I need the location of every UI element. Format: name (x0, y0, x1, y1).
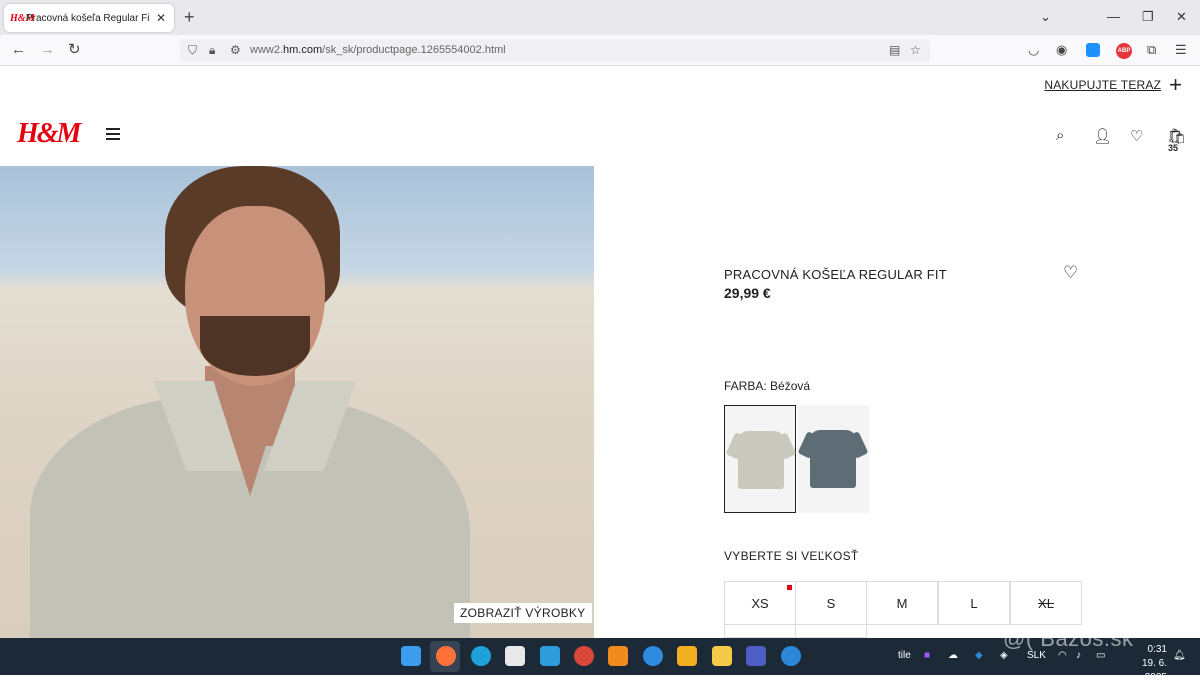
tray-text[interactable]: tile (898, 650, 911, 661)
pocket-icon[interactable]: ◡ (1028, 42, 1039, 58)
product-hero-image[interactable] (0, 166, 594, 638)
tab-list-chevron-icon[interactable]: ⌄ (1040, 9, 1051, 25)
size-option-row2[interactable] (795, 624, 867, 638)
app-icon[interactable] (574, 646, 594, 666)
size-label-l: L (970, 596, 978, 611)
shop-now-label: NAKUPUJTE TERAZ (1044, 78, 1162, 92)
clock-date: 19. 6. 2025 (1141, 658, 1167, 683)
search-icon[interactable]: ⌕ (1056, 127, 1064, 144)
browser-tab-bar: H&M Pracovná košeľa Regular Fit - B… ✕ +… (0, 0, 1200, 35)
account-icon[interactable]: ◉ (1056, 42, 1067, 58)
size-label-xs: XS (751, 596, 769, 611)
extensions-puzzle-icon[interactable]: ⧉ (1147, 42, 1156, 58)
url-text[interactable]: www2.hm.com/sk_sk/productpage.1265554002… (250, 44, 506, 56)
start-menu-icon[interactable] (401, 646, 421, 666)
add-to-favorites-heart-icon[interactable]: ♡ (1063, 263, 1078, 283)
lock-icon[interactable]: 🔒︎ (209, 43, 215, 58)
model-beard-shape (200, 316, 310, 376)
vlc-icon[interactable] (608, 646, 628, 666)
size-label-xl: XL (1038, 596, 1054, 611)
low-stock-indicator (787, 585, 792, 590)
user-account-icon[interactable]: 👤︎ (1093, 127, 1112, 145)
shop-now-link[interactable]: NAKUPUJTE TERAZ + (1044, 72, 1182, 97)
adblock-plus-icon[interactable]: ABP (1116, 43, 1132, 59)
tray-app-icon[interactable]: ◆ (975, 650, 983, 661)
reader-view-icon[interactable]: ▤ (889, 43, 900, 57)
back-button[interactable]: ← (11, 41, 26, 59)
firefox-icon[interactable] (436, 646, 456, 666)
permissions-icon[interactable]: ⚙ (230, 43, 241, 57)
bazos-watermark: @( Bazos.sk (1003, 626, 1134, 651)
size-label-s: S (826, 596, 836, 611)
bookmark-star-icon[interactable]: ☆ (910, 43, 921, 57)
size-option-s[interactable]: S (795, 581, 867, 625)
favorites-heart-icon[interactable]: ♡ (1130, 127, 1143, 145)
close-window-button[interactable]: ✕ (1176, 9, 1187, 25)
onenote-tray-icon[interactable]: ■ (924, 650, 930, 661)
color-label: FARBA: Béžová (724, 379, 811, 393)
size-label-m: M (896, 596, 908, 611)
forward-button[interactable]: → (40, 41, 55, 59)
size-option-row2[interactable] (724, 624, 796, 638)
minimize-button[interactable]: — (1107, 9, 1120, 24)
product-price: 29,99 € (724, 285, 771, 301)
product-title: PRACOVNÁ KOŠEĽA REGULAR FIT (724, 267, 947, 282)
swatch-shirt-icon (810, 430, 856, 488)
shield-icon[interactable]: ⛉ (188, 43, 197, 58)
close-tab-icon[interactable]: ✕ (156, 11, 166, 25)
address-bar[interactable]: ⛉ 🔒︎ ⚙ www2.hm.com/sk_sk/productpage.126… (180, 39, 930, 62)
notification-bell-icon[interactable]: 🔔︎ (1173, 650, 1186, 661)
show-products-button[interactable]: ZOBRAZIŤ VÝROBKY (454, 603, 592, 623)
hamburger-menu-icon[interactable] (106, 128, 120, 143)
size-option-xl[interactable]: XL (1010, 581, 1082, 625)
browser-nav-bar: ← → ↻ ⛉ 🔒︎ ⚙ www2.hm.com/sk_sk/productpa… (0, 35, 1200, 66)
plus-icon: + (1169, 72, 1182, 97)
onedrive-tray-icon[interactable]: ☁ (948, 650, 958, 661)
file-explorer-icon[interactable] (712, 646, 732, 666)
hm-logo[interactable]: H&M (17, 118, 81, 150)
size-option-m[interactable]: M (866, 581, 938, 625)
hm-favicon-icon: H&M (10, 12, 35, 24)
edge-icon[interactable] (471, 646, 491, 666)
size-option-l[interactable]: L (938, 581, 1010, 625)
app-menu-icon[interactable]: ☰ (1175, 42, 1187, 58)
size-option-xs[interactable]: XS (724, 581, 796, 625)
restore-button[interactable]: ❐ (1142, 9, 1154, 25)
extension-icon[interactable] (1086, 43, 1100, 57)
app-icon[interactable] (781, 646, 801, 666)
browser-tab[interactable]: H&M Pracovná košeľa Regular Fit - B… ✕ (4, 4, 174, 32)
store-icon[interactable] (505, 646, 525, 666)
app-icon[interactable] (677, 646, 697, 666)
color-swatch-beige[interactable] (724, 405, 797, 513)
bag-count-badge: 35 (1168, 143, 1179, 153)
tab-title: Pracovná košeľa Regular Fit - B… (26, 12, 150, 24)
new-tab-button[interactable]: + (184, 8, 195, 26)
size-label: VYBERTE SI VEĽKOSŤ (724, 549, 859, 563)
app-icon[interactable] (540, 646, 560, 666)
color-swatch-blue-grey[interactable] (797, 405, 869, 513)
swatch-shirt-icon (738, 431, 784, 489)
app-icon[interactable] (746, 646, 766, 666)
app-icon[interactable] (643, 646, 663, 666)
reload-button[interactable]: ↻ (68, 41, 81, 59)
